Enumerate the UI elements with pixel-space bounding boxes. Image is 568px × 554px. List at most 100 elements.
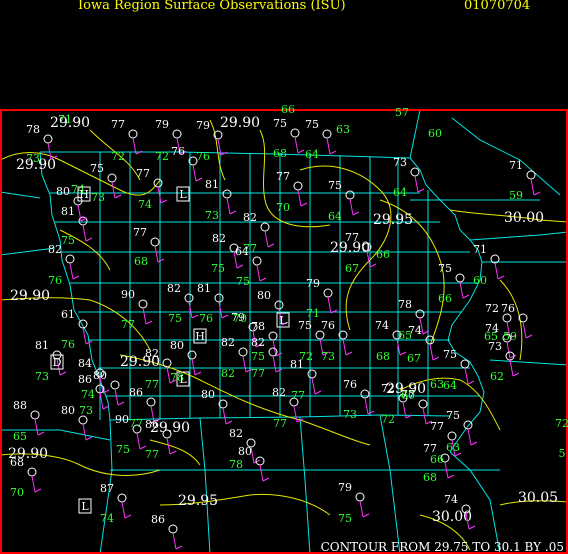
dewpoint-value: 72: [555, 417, 568, 430]
temperature-value: 76: [501, 302, 515, 315]
dewpoint-value: 65: [484, 330, 498, 343]
dewpoint-value: 71: [58, 113, 72, 126]
dewpoint-value: 68: [423, 471, 437, 484]
temperature-value: 86: [129, 386, 143, 399]
dewpoint-value: 73: [321, 350, 335, 363]
dewpoint-value: 70: [10, 486, 24, 499]
dewpoint-value: 64: [328, 210, 342, 223]
temperature-value: 73: [393, 156, 407, 169]
temperature-value: 79: [155, 118, 169, 131]
temperature-value: 82: [221, 336, 235, 349]
isobar-label: 29.90: [10, 288, 50, 304]
isobar-label: 30.00: [504, 210, 544, 226]
dewpoint-value: 77: [273, 417, 287, 430]
dewpoint-value: 68: [376, 350, 390, 363]
dewpoint-value: 74: [100, 512, 114, 525]
dewpoint-value: 73: [26, 152, 40, 165]
temperature-value: 86: [145, 418, 159, 431]
dewpoint-value: 77: [145, 448, 159, 461]
temperature-value: 75: [443, 348, 457, 361]
dewpoint-value: 59: [509, 189, 523, 202]
temperature-value: 77: [276, 170, 290, 183]
dewpoint-value: 64: [443, 379, 457, 392]
dewpoint-value: 77: [145, 378, 159, 391]
temperature-value: 76: [321, 319, 335, 332]
isobar-label: 30.05: [518, 490, 558, 506]
temperature-value: 75: [305, 118, 319, 131]
surface-observation-map: 29.90 29.9029.9029.95 30.0029.9029.9029.90…: [0, 0, 568, 554]
dewpoint-value: 60: [473, 274, 487, 287]
temperature-value: 77: [430, 420, 444, 433]
dewpoint-value: 64: [305, 148, 319, 161]
temperature-value: 68: [10, 456, 24, 469]
temperature-value: 81: [205, 178, 219, 191]
dewpoint-value: 77: [129, 417, 143, 430]
temperature-value: 86: [78, 373, 92, 386]
dewpoint-value: 63: [446, 441, 460, 454]
pressure-center-label: D: [53, 356, 62, 369]
dewpoint-value: 72: [299, 350, 313, 363]
dewpoint-value: 66: [281, 103, 295, 116]
temperature-value: 81: [61, 205, 75, 218]
temperature-value: 79: [196, 119, 210, 132]
dewpoint-value: 68: [273, 147, 287, 160]
temperature-value: 75: [273, 117, 287, 130]
dewpoint-value: 77: [291, 389, 305, 402]
dewpoint-value: 73: [205, 209, 219, 222]
dewpoint-value: 75: [211, 262, 225, 275]
dewpoint-value: 75: [236, 275, 250, 288]
temperature-value: 71: [509, 159, 523, 172]
isobar-label: 29.95: [373, 212, 413, 228]
dewpoint-value: 71: [306, 307, 320, 320]
temperature-value: 78: [251, 320, 265, 333]
temperature-value: 80: [238, 445, 252, 458]
temperature-value: 80: [257, 289, 271, 302]
isobar-label: 29.90: [220, 115, 260, 131]
temperature-value: 82: [243, 211, 257, 224]
temperature-value: 82: [48, 243, 62, 256]
dewpoint-value: 75: [338, 512, 352, 525]
temperature-value: 82: [251, 336, 265, 349]
temperature-value: 79: [306, 277, 320, 290]
temperature-value: 90: [115, 413, 129, 426]
dewpoint-value: 59: [503, 330, 517, 343]
dewpoint-value: 66: [430, 453, 444, 466]
temperature-value: 87: [100, 482, 114, 495]
temperature-value: 80: [201, 388, 215, 401]
dewpoint-value: 73: [343, 408, 357, 421]
pressure-center-label: L: [179, 373, 187, 386]
dewpoint-value: 72: [155, 150, 169, 163]
dewpoint-value: 78: [229, 458, 243, 471]
temperature-value: 80: [56, 185, 70, 198]
temperature-value: 77: [345, 231, 359, 244]
dewpoint-value: 74: [138, 198, 152, 211]
temperature-value: 80: [61, 404, 75, 417]
temperature-value: 74: [375, 319, 389, 332]
temperature-value: 75: [446, 409, 460, 422]
temperature-value: 84: [78, 357, 92, 370]
temperature-value: 71: [473, 243, 487, 256]
temperature-value: 75: [438, 262, 452, 275]
temperature-value: 88: [13, 399, 27, 412]
pressure-center-label: L: [279, 314, 287, 327]
isobar-label: 30.00: [432, 509, 472, 525]
temperature-value: 75: [328, 179, 342, 192]
dewpoint-value: 5: [559, 447, 566, 460]
dewpoint-value: 68: [134, 255, 148, 268]
dewpoint-value: 74: [81, 388, 95, 401]
dewpoint-value: 75: [116, 443, 130, 456]
pressure-center-label: H: [79, 188, 89, 201]
dewpoint-value: 73: [79, 404, 93, 417]
temperature-value: 80: [93, 369, 107, 382]
dewpoint-value: 73: [35, 370, 49, 383]
temperature-value: 80: [170, 339, 184, 352]
dewpoint-value: 63: [336, 123, 350, 136]
dewpoint-value: 77: [251, 367, 265, 380]
temperature-value: 77: [136, 167, 150, 180]
dewpoint-value: 70: [276, 201, 290, 214]
contour-note: CONTOUR FROM 29.75 TO 30.1 BY .05: [320, 540, 564, 554]
temperature-value: 76: [171, 145, 185, 158]
temperature-value: 61: [61, 308, 75, 321]
dewpoint-value: 65: [13, 430, 27, 443]
dewpoint-value: 70: [233, 312, 247, 325]
